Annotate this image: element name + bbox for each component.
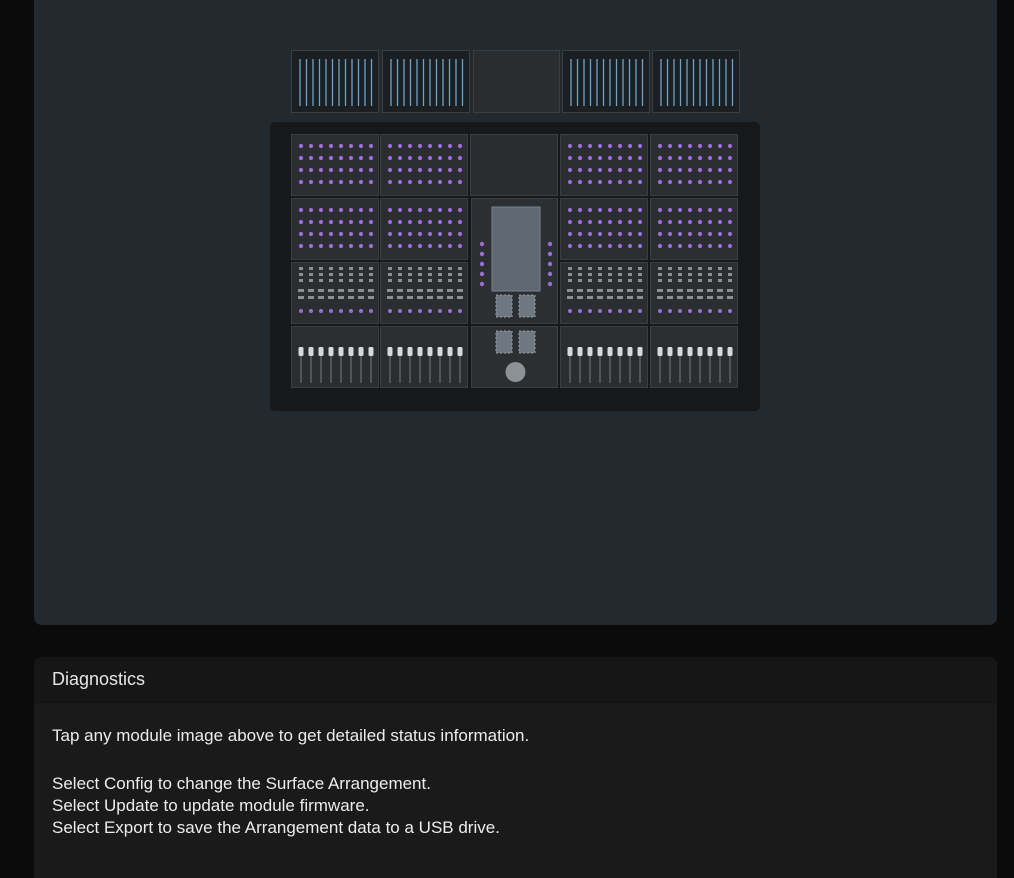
fader-module[interactable] — [650, 326, 738, 388]
meter-lines-icon — [570, 59, 644, 106]
button-grid-icon — [298, 207, 374, 249]
channel-strip-module[interactable] — [560, 262, 648, 324]
meter-lines-icon — [660, 59, 734, 106]
master-module[interactable] — [471, 198, 558, 324]
channel-strip-icon — [387, 267, 463, 313]
button-module[interactable] — [380, 198, 468, 260]
meter-module-3[interactable] — [562, 50, 650, 113]
diagnostics-title: Diagnostics — [34, 657, 997, 703]
button-module[interactable] — [560, 198, 648, 260]
channel-strip-module[interactable] — [380, 262, 468, 324]
meter-module-2[interactable] — [382, 50, 470, 113]
console-surface — [270, 122, 760, 411]
fader-module[interactable] — [560, 326, 648, 388]
diagnostics-line: Select Config to change the Surface Arra… — [52, 774, 431, 793]
diagnostics-line: Tap any module image above to get detail… — [52, 726, 530, 745]
faders-icon — [387, 347, 463, 383]
diagnostics-card: Diagnostics Tap any module image above t… — [34, 657, 997, 878]
blank-module[interactable] — [470, 134, 558, 196]
button-grid-icon — [657, 207, 733, 249]
transport-module[interactable] — [471, 326, 558, 388]
meter-module-1[interactable] — [291, 50, 379, 113]
faders-icon — [657, 347, 733, 383]
meter-lines-icon — [390, 59, 464, 106]
button-module[interactable] — [560, 134, 648, 196]
button-module[interactable] — [650, 198, 738, 260]
fader-module[interactable] — [380, 326, 468, 388]
jog-wheel-icon — [495, 330, 536, 382]
app-frame: Diagnostics Tap any module image above t… — [0, 0, 1014, 878]
button-module[interactable] — [291, 198, 379, 260]
button-grid-icon — [298, 143, 374, 185]
diagnostics-line: Select Update to update module firmware. — [52, 796, 370, 815]
button-module[interactable] — [380, 134, 468, 196]
faders-icon — [567, 347, 643, 383]
channel-strip-module[interactable] — [650, 262, 738, 324]
channel-strip-icon — [298, 267, 374, 313]
diagnostics-body: Tap any module image above to get detail… — [34, 703, 997, 839]
button-grid-icon — [657, 143, 733, 185]
master-display-icon — [479, 206, 553, 318]
channel-strip-module[interactable] — [291, 262, 379, 324]
button-module[interactable] — [650, 134, 738, 196]
fader-module[interactable] — [291, 326, 379, 388]
button-grid-icon — [567, 207, 643, 249]
faders-icon — [298, 347, 374, 383]
button-module[interactable] — [291, 134, 379, 196]
channel-strip-icon — [567, 267, 643, 313]
button-grid-icon — [567, 143, 643, 185]
button-grid-icon — [387, 207, 463, 249]
diagnostics-line: Select Export to save the Arrangement da… — [52, 818, 500, 837]
button-grid-icon — [387, 143, 463, 185]
meter-lines-icon — [299, 59, 373, 106]
meter-bridge — [291, 50, 740, 113]
channel-strip-icon — [657, 267, 733, 313]
meter-module-4[interactable] — [652, 50, 740, 113]
meter-blank-module[interactable] — [473, 50, 560, 113]
